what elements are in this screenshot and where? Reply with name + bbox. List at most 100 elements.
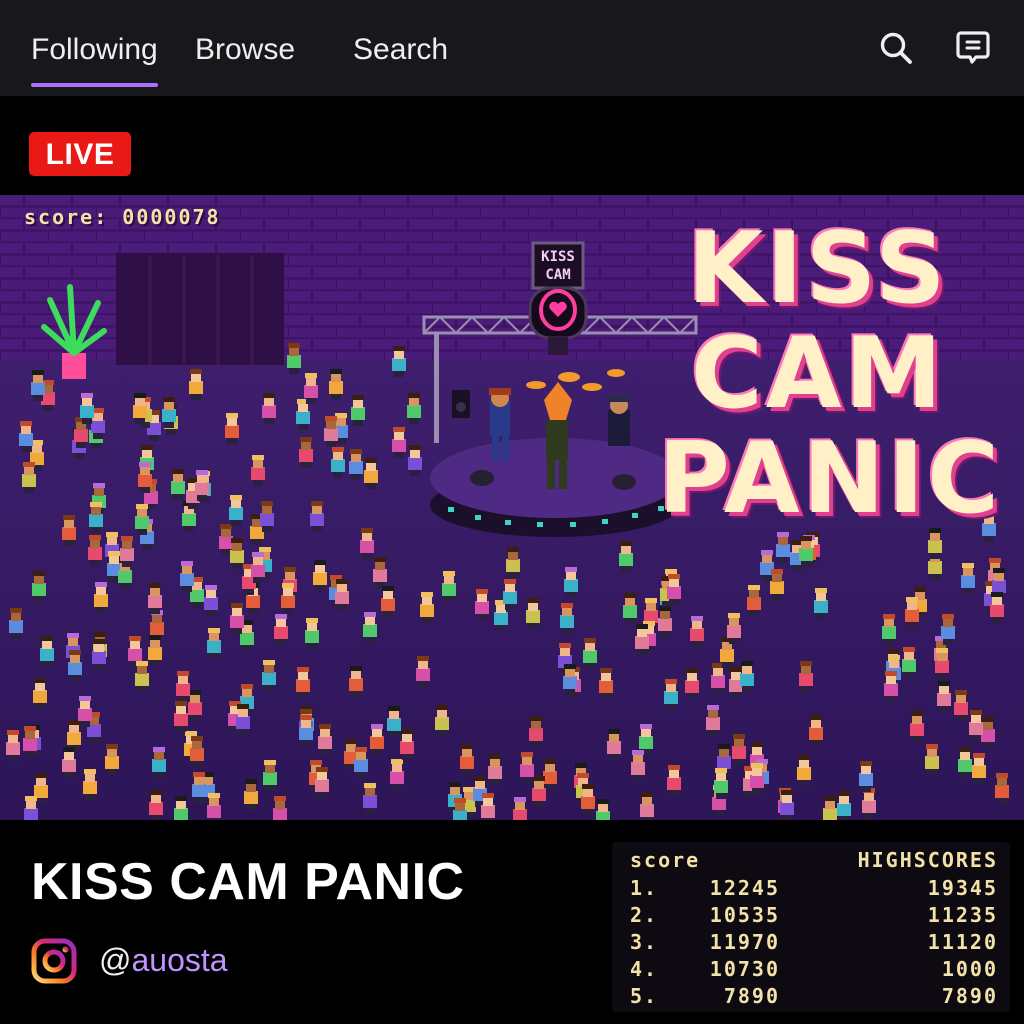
crowd-person — [174, 701, 188, 732]
crowd-person — [32, 571, 46, 602]
crowd-person — [149, 790, 163, 820]
tab-following[interactable]: Following — [31, 30, 158, 87]
crowd-person — [453, 798, 467, 820]
crowd-person — [635, 624, 649, 655]
crowd-person — [236, 704, 250, 735]
svg-text:KISS: KISS — [541, 249, 575, 265]
crowd-person — [513, 797, 527, 820]
crowd-person — [133, 393, 147, 424]
video-player[interactable]: KISS CAM score: 0000078 KISS CAM PANIC — [0, 195, 1024, 820]
crowd-person — [162, 397, 176, 428]
crowd-person — [797, 755, 811, 786]
crowd-person — [658, 606, 672, 637]
handle-prefix: @ — [99, 942, 132, 978]
crowd-person — [62, 515, 76, 546]
crowd-person — [305, 618, 319, 649]
crowd-person — [935, 648, 949, 679]
crowd-person — [442, 571, 456, 602]
crowd-person — [925, 744, 939, 775]
crowd-person — [529, 716, 543, 747]
row-score: 10730 — [709, 957, 780, 981]
crowd-person — [392, 427, 406, 458]
crowd-person — [40, 636, 54, 667]
highscore-row: 2. 10535 11235 — [630, 903, 998, 929]
crowd-person — [135, 661, 149, 692]
crowd-person — [420, 592, 434, 623]
crowd-person — [180, 561, 194, 592]
live-badge: LIVE — [29, 132, 131, 176]
crowd-person — [619, 541, 633, 572]
game-title-line: KISS — [687, 212, 949, 326]
crowd-person — [884, 671, 898, 702]
crowd-person — [941, 614, 955, 645]
crowd-person — [560, 603, 574, 634]
crowd-person — [780, 790, 794, 820]
crowd-person — [392, 346, 406, 377]
crowd-person — [349, 666, 363, 697]
crowd-person — [623, 593, 637, 624]
crowd-person — [67, 720, 81, 751]
crowd-person — [62, 747, 76, 778]
crowd-person — [310, 501, 324, 532]
crowd-person — [667, 765, 681, 796]
crowd-person — [814, 588, 828, 619]
instagram-icon[interactable] — [31, 938, 77, 984]
crowd-person — [690, 616, 704, 647]
chat-icon[interactable] — [955, 30, 991, 66]
crowd-person — [190, 736, 204, 767]
crowd-person — [22, 462, 36, 493]
crowd-person — [364, 458, 378, 489]
crowd-person — [31, 370, 45, 401]
handle-name[interactable]: auosta — [131, 942, 227, 978]
crowd-person — [862, 788, 876, 819]
crowd-person — [94, 582, 108, 613]
instagram-handle[interactable]: @auosta — [99, 942, 228, 979]
crowd-person — [859, 761, 873, 792]
crowd-person — [475, 589, 489, 620]
crowd-person — [360, 528, 374, 559]
crowd-person — [532, 776, 546, 807]
crowd-person — [324, 416, 338, 447]
crowd-person — [583, 638, 597, 669]
crowd-person — [503, 579, 517, 610]
crowd-person — [174, 796, 188, 820]
row-highscore: 1000 — [941, 957, 998, 981]
game-title-line: PANIC — [658, 422, 1003, 536]
crowd-person — [631, 750, 645, 781]
crowd-person — [706, 705, 720, 736]
search-icon[interactable] — [878, 30, 914, 66]
crowd-person — [148, 635, 162, 666]
row-highscore: 19345 — [927, 876, 998, 900]
crowd-person — [400, 729, 414, 760]
crowd-person — [972, 753, 986, 784]
crowd-person — [262, 393, 276, 424]
crowd-person — [750, 763, 764, 794]
crowd-person — [299, 437, 313, 468]
row-highscore: 11235 — [927, 903, 998, 927]
crowd-person — [882, 614, 896, 645]
crowd-person — [204, 585, 218, 616]
crowd-person — [83, 769, 97, 800]
crowd-person — [260, 501, 274, 532]
crowd-person — [995, 773, 1009, 804]
crowd-person — [905, 597, 919, 628]
crowd-person — [727, 613, 741, 644]
crowd-person — [6, 730, 20, 761]
crowd-person — [192, 772, 206, 803]
crowd-person — [526, 598, 540, 629]
crowd-person — [740, 661, 754, 692]
crowd-person — [207, 793, 221, 820]
crowd-person — [80, 393, 94, 424]
crowd-person — [799, 536, 813, 567]
crowd-person — [171, 469, 185, 500]
tab-browse[interactable]: Browse — [195, 30, 295, 70]
highscore-row: 3. 11970 11120 — [630, 930, 998, 956]
crowd-person — [251, 455, 265, 486]
crowd-person — [78, 696, 92, 727]
crowd-person — [435, 705, 449, 736]
tab-search[interactable]: Search — [353, 30, 448, 70]
crowd-person — [732, 734, 746, 765]
crowd-person — [837, 791, 851, 820]
stream-title: KISS CAM PANIC — [31, 853, 465, 911]
game-title: KISS CAM PANIC — [658, 212, 1003, 536]
